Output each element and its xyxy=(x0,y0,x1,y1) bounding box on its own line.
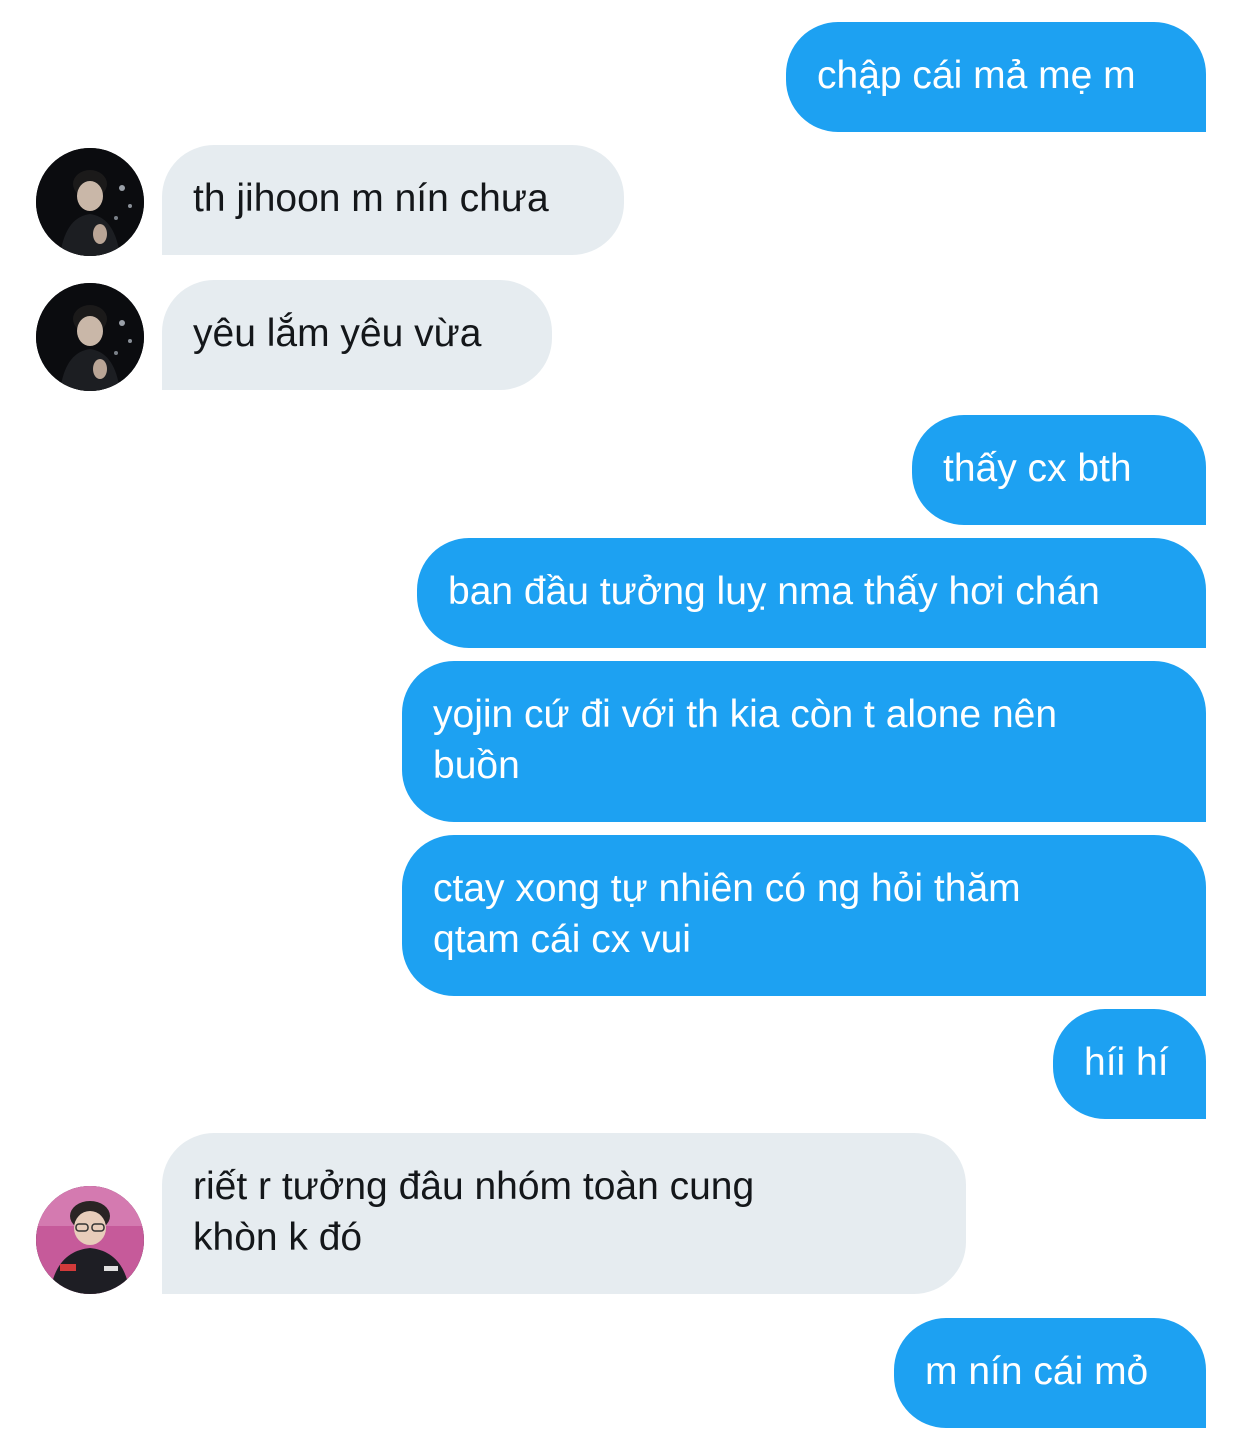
avatar[interactable] xyxy=(36,283,144,391)
message-bubble-received[interactable]: riết r tưởng đâu nhóm toàn cung khòn k đ… xyxy=(162,1133,966,1294)
message-bubble-sent[interactable]: yojin cứ đi với th kia còn t alone nên b… xyxy=(402,661,1206,822)
message-bubble-received[interactable]: th jihoon m nín chưa xyxy=(162,145,624,255)
user-avatar-icon xyxy=(36,283,144,391)
message-bubble-sent[interactable]: m nín cái mỏ xyxy=(894,1318,1206,1428)
message-bubble-sent[interactable]: ctay xong tự nhiên có ng hỏi thăm qtam c… xyxy=(402,835,1206,996)
message-bubble-sent[interactable]: chập cái mả mẹ m xyxy=(786,22,1206,132)
message-bubble-received[interactable]: yêu lắm yêu vừa xyxy=(162,280,552,390)
user-avatar-icon xyxy=(36,148,144,256)
user-avatar-icon xyxy=(36,1186,144,1294)
message-bubble-sent[interactable]: thấy cx bth xyxy=(912,415,1206,525)
avatar[interactable] xyxy=(36,1186,144,1294)
message-bubble-sent[interactable]: ban đầu tưởng luỵ nma thấy hơi chán xyxy=(417,538,1206,648)
avatar[interactable] xyxy=(36,148,144,256)
message-bubble-sent[interactable]: híi hí xyxy=(1053,1009,1206,1119)
